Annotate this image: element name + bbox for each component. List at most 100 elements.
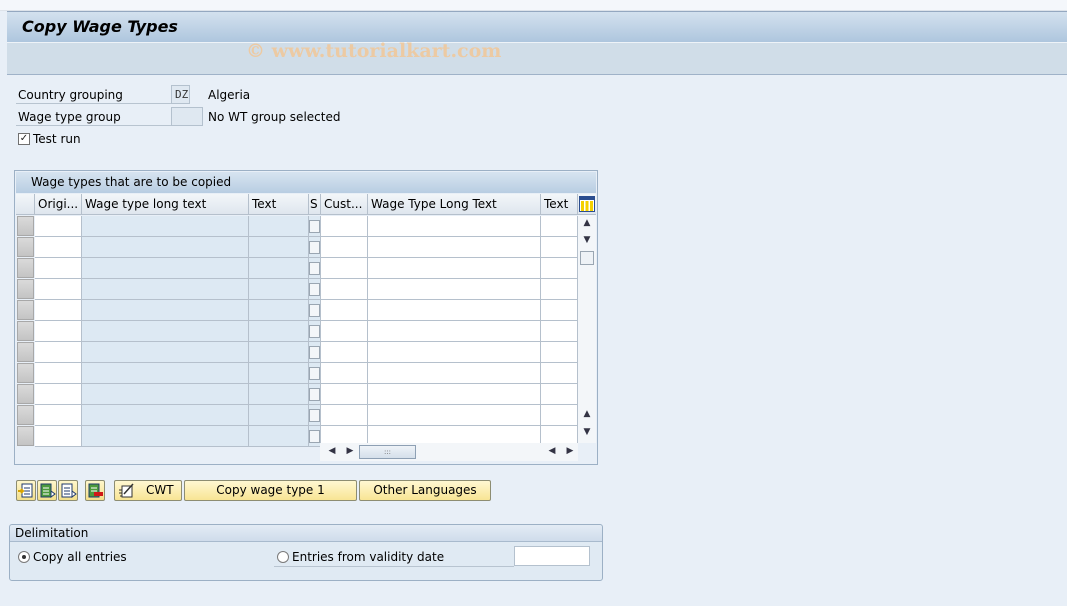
table-cell-wt_long_text[interactable] <box>82 321 249 342</box>
table-cell-text2[interactable] <box>541 216 578 237</box>
country-grouping-field[interactable]: DZ <box>171 85 190 104</box>
other-languages-button[interactable]: Other Languages <box>359 480 491 501</box>
table-cell-text[interactable] <box>249 258 309 279</box>
table-cell-text2[interactable] <box>541 405 578 426</box>
column-header-text[interactable]: Text <box>249 194 309 215</box>
table-cell-text[interactable] <box>249 426 309 447</box>
column-header-text-2[interactable]: Text <box>541 194 578 215</box>
row-checkbox[interactable] <box>309 304 320 317</box>
table-cell-orig[interactable] <box>35 216 82 237</box>
row-checkbox[interactable] <box>309 388 320 401</box>
row-selector[interactable] <box>17 321 34 341</box>
table-cell-text[interactable] <box>249 405 309 426</box>
table-cell-text[interactable] <box>249 321 309 342</box>
row-selector[interactable] <box>17 216 34 236</box>
table-cell-wt_long_text2[interactable] <box>368 363 541 384</box>
table-cell-wt_long_text[interactable] <box>82 237 249 258</box>
row-selector[interactable] <box>17 342 34 362</box>
scroll-right-icon[interactable]: ▶ <box>342 446 358 456</box>
table-cell-wt_long_text[interactable] <box>82 216 249 237</box>
table-cell-text2[interactable] <box>541 342 578 363</box>
table-cell-wt_long_text[interactable] <box>82 258 249 279</box>
table-cell-text[interactable] <box>249 300 309 321</box>
table-cell-orig[interactable] <box>35 237 82 258</box>
table-cell-s[interactable] <box>309 258 321 279</box>
row-selector[interactable] <box>17 258 34 278</box>
table-cell-text2[interactable] <box>541 279 578 300</box>
table-cell-s[interactable] <box>309 321 321 342</box>
table-cell-cust[interactable] <box>321 237 368 258</box>
column-header-s[interactable]: S <box>309 194 321 215</box>
table-cell-text[interactable] <box>249 216 309 237</box>
table-cell-wt_long_text2[interactable] <box>368 258 541 279</box>
table-cell-text[interactable] <box>249 363 309 384</box>
horizontal-scroll-thumb[interactable]: ::: <box>359 445 416 459</box>
table-cell-text2[interactable] <box>541 384 578 405</box>
table-cell-s[interactable] <box>309 216 321 237</box>
column-header-cust[interactable]: Cust... <box>321 194 368 215</box>
table-cell-wt_long_text2[interactable] <box>368 342 541 363</box>
table-cell-text[interactable] <box>249 384 309 405</box>
table-cell-wt_long_text2[interactable] <box>368 216 541 237</box>
table-cell-wt_long_text[interactable] <box>82 426 249 447</box>
table-cell-text[interactable] <box>249 237 309 258</box>
table-cell-text[interactable] <box>249 279 309 300</box>
table-cell-wt_long_text[interactable] <box>82 405 249 426</box>
table-cell-s[interactable] <box>309 405 321 426</box>
validity-date-field[interactable] <box>514 546 590 566</box>
delete-row-button[interactable] <box>85 480 105 501</box>
table-cell-cust[interactable] <box>321 300 368 321</box>
row-checkbox[interactable] <box>309 283 320 296</box>
table-cell-wt_long_text[interactable] <box>82 384 249 405</box>
table-cell-orig[interactable] <box>35 321 82 342</box>
row-selector[interactable] <box>17 279 34 299</box>
table-cell-cust[interactable] <box>321 405 368 426</box>
row-selector[interactable] <box>17 363 34 383</box>
column-header-wt-long-text-2[interactable]: Wage Type Long Text <box>368 194 541 215</box>
table-cell-s[interactable] <box>309 363 321 384</box>
table-cell-s[interactable] <box>309 300 321 321</box>
table-cell-cust[interactable] <box>321 342 368 363</box>
scroll-up-bottom-icon[interactable]: ▲ <box>579 409 595 419</box>
table-cell-orig[interactable] <box>35 363 82 384</box>
table-cell-orig[interactable] <box>35 258 82 279</box>
select-block-button[interactable] <box>58 480 78 501</box>
scroll-down-bottom-icon[interactable]: ▼ <box>579 427 595 437</box>
table-cell-wt_long_text[interactable] <box>82 300 249 321</box>
table-cell-wt_long_text2[interactable] <box>368 384 541 405</box>
vertical-scroll-thumb[interactable] <box>580 251 594 265</box>
copy-wage-type-button[interactable]: Copy wage type 1 <box>184 480 357 501</box>
column-settings-icon[interactable] <box>579 196 595 212</box>
copy-all-entries-radio[interactable] <box>18 551 30 563</box>
row-checkbox[interactable] <box>309 220 320 233</box>
table-cell-orig[interactable] <box>35 405 82 426</box>
row-checkbox[interactable] <box>309 262 320 275</box>
scroll-left-icon[interactable]: ◀ <box>324 446 340 456</box>
table-cell-text2[interactable] <box>541 258 578 279</box>
row-selector[interactable] <box>17 300 34 320</box>
cwt-button[interactable]: CWT <box>114 480 182 501</box>
table-cell-cust[interactable] <box>321 363 368 384</box>
row-checkbox[interactable] <box>309 241 320 254</box>
table-cell-text2[interactable] <box>541 300 578 321</box>
table-cell-text2[interactable] <box>541 363 578 384</box>
table-cell-wt_long_text[interactable] <box>82 342 249 363</box>
select-all-button[interactable] <box>37 480 57 501</box>
scroll-down-icon[interactable]: ▼ <box>579 235 595 245</box>
scroll-up-icon[interactable]: ▲ <box>579 218 595 228</box>
table-cell-text2[interactable] <box>541 237 578 258</box>
row-checkbox[interactable] <box>309 367 320 380</box>
row-checkbox[interactable] <box>309 430 320 443</box>
row-selector[interactable] <box>17 384 34 404</box>
table-cell-cust[interactable] <box>321 216 368 237</box>
table-cell-wt_long_text2[interactable] <box>368 237 541 258</box>
table-cell-orig[interactable] <box>35 300 82 321</box>
table-cell-wt_long_text2[interactable] <box>368 321 541 342</box>
column-header-orig[interactable]: Origi... <box>35 194 82 215</box>
test-run-checkbox[interactable]: ✓ <box>18 133 30 145</box>
table-cell-orig[interactable] <box>35 426 82 447</box>
table-cell-cust[interactable] <box>321 258 368 279</box>
row-selector[interactable] <box>17 405 34 425</box>
table-cell-wt_long_text2[interactable] <box>368 279 541 300</box>
table-cell-wt_long_text[interactable] <box>82 363 249 384</box>
